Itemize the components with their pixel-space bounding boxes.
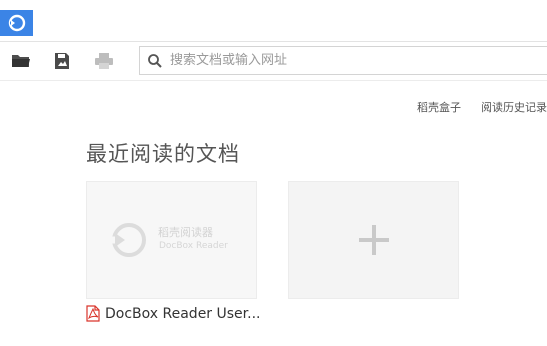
thumbnail-subtitle: DocBox Reader xyxy=(159,241,228,251)
app-logo[interactable] xyxy=(0,10,33,36)
docbox-watermark-icon xyxy=(112,223,146,257)
document-thumbnail: 稻壳阅读器 DocBox Reader xyxy=(109,218,239,262)
pdf-icon xyxy=(86,305,100,322)
document-name: DocBox Reader User... xyxy=(105,305,261,322)
search-box[interactable] xyxy=(139,46,547,75)
save-icon xyxy=(55,53,69,69)
folder-icon xyxy=(12,55,30,67)
toolbar-divider xyxy=(0,80,547,81)
toolbar xyxy=(0,42,547,80)
plus-icon xyxy=(358,225,389,255)
app-logo-icon xyxy=(8,14,25,32)
recent-document-card[interactable]: 稻壳阅读器 DocBox Reader xyxy=(86,181,257,299)
docbox-link[interactable]: 稻壳盒子 xyxy=(417,99,461,115)
thumbnail-title: 稻壳阅读器 xyxy=(158,226,213,239)
search-input[interactable] xyxy=(170,47,547,74)
reading-history-link[interactable]: 阅读历史记录 xyxy=(481,99,547,115)
print-button[interactable] xyxy=(93,51,115,71)
save-button[interactable] xyxy=(51,51,73,71)
document-label[interactable]: DocBox Reader User... xyxy=(86,305,261,322)
search-icon xyxy=(148,54,162,68)
add-document-button[interactable] xyxy=(288,181,459,299)
top-links: 稻壳盒子 阅读历史记录 xyxy=(417,99,547,115)
open-file-button[interactable] xyxy=(10,51,32,71)
print-icon xyxy=(95,53,113,69)
section-title: 最近阅读的文档 xyxy=(86,142,240,166)
title-bar xyxy=(0,0,547,40)
